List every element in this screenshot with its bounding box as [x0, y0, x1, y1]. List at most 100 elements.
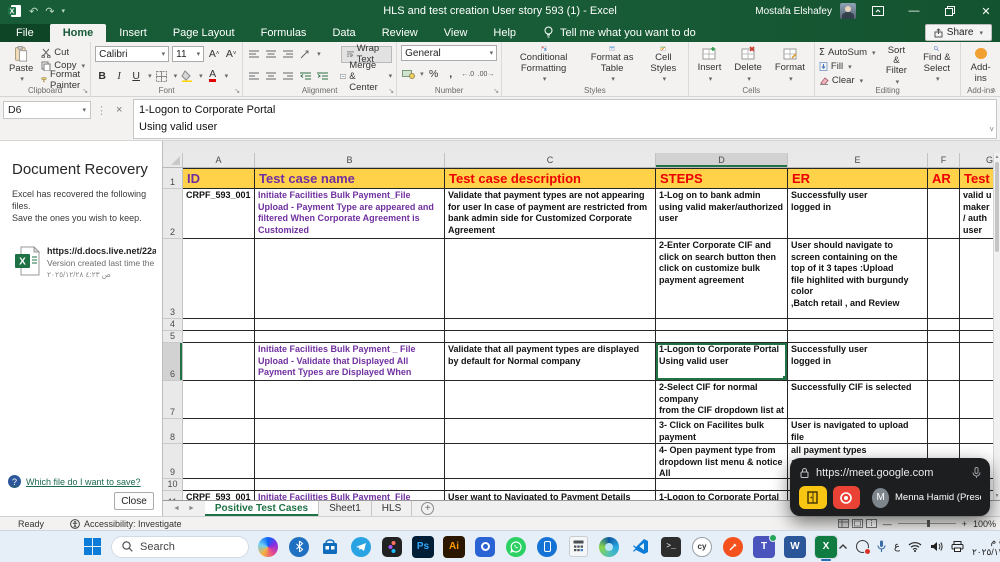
- cell-C4[interactable]: [445, 319, 656, 331]
- cell-D4[interactable]: [656, 319, 788, 331]
- row-header-1[interactable]: 1: [163, 168, 183, 189]
- row-header-2[interactable]: 2: [163, 189, 183, 239]
- cell-B7[interactable]: [255, 381, 445, 419]
- cell-E4[interactable]: [788, 319, 928, 331]
- cell-B10[interactable]: [255, 479, 445, 491]
- row-header-6[interactable]: 6: [163, 343, 183, 381]
- excel-taskbar-icon[interactable]: X: [814, 534, 838, 561]
- namebox-splitter[interactable]: ⋮: [96, 104, 107, 117]
- addins-button[interactable]: Add-ins: [965, 45, 996, 85]
- tab-data[interactable]: Data: [319, 24, 368, 42]
- cell-styles-button[interactable]: Cell Styles ▾: [643, 45, 683, 85]
- align-left-button[interactable]: [247, 69, 261, 84]
- cell-A2[interactable]: CRPF_593_001: [183, 189, 255, 239]
- photoshop-icon[interactable]: Ps: [411, 535, 435, 559]
- row-header-4[interactable]: 4: [163, 319, 183, 331]
- taskbar-search[interactable]: Search: [111, 535, 249, 558]
- row-header-3[interactable]: 3: [163, 239, 183, 319]
- excel-app-icon[interactable]: X: [8, 4, 22, 18]
- row-header-9[interactable]: 9: [163, 444, 183, 479]
- align-top-button[interactable]: [247, 47, 261, 62]
- decrease-decimal-button[interactable]: .00→: [478, 67, 495, 82]
- undo-button[interactable]: ↶: [29, 5, 38, 18]
- normal-view-button[interactable]: [837, 519, 849, 528]
- find-select-button[interactable]: Find & Select ▾: [917, 45, 956, 85]
- cell-D2[interactable]: 1-Log on to bank admin using valid maker…: [656, 189, 788, 239]
- page-layout-view-button[interactable]: [851, 519, 863, 528]
- zoom-out-button[interactable]: —: [883, 519, 892, 529]
- cell-E2[interactable]: Successfully user logged in: [788, 189, 928, 239]
- column-header-D[interactable]: D: [656, 153, 788, 167]
- printer-tray-icon[interactable]: [951, 541, 964, 552]
- formula-bar-collapse-button[interactable]: ˅: [989, 125, 994, 134]
- cut-button[interactable]: Cut: [41, 47, 86, 58]
- vertical-scrollbar[interactable]: ▲ ▼: [993, 153, 1000, 500]
- tray-chevron-icon[interactable]: [838, 543, 848, 550]
- restore-button[interactable]: [936, 0, 964, 22]
- row-header-8[interactable]: 8: [163, 419, 183, 444]
- accessibility-status[interactable]: Accessibility: Investigate: [70, 519, 182, 529]
- fill-button[interactable]: Fill ▾: [819, 61, 876, 72]
- tray-clock[interactable]: ٤:٢٣ م ٢٠٢٥/١٢/٢٨: [972, 536, 1000, 558]
- conditional-formatting-button[interactable]: ≠ Conditional Formatting ▾: [506, 45, 581, 85]
- cell-A9[interactable]: [183, 444, 255, 479]
- figma-icon[interactable]: [380, 535, 404, 559]
- cancel-entry-button[interactable]: ×: [116, 104, 122, 116]
- comma-style-button[interactable]: ,: [444, 67, 458, 82]
- tab-formulas[interactable]: Formulas: [248, 24, 320, 42]
- cell-B8[interactable]: [255, 419, 445, 444]
- cell-D9[interactable]: 4- Open payment type from dropdown list …: [656, 444, 788, 479]
- scroll-up-arrow[interactable]: ▲: [994, 154, 1000, 160]
- cell-C8[interactable]: [445, 419, 656, 444]
- page-break-view-button[interactable]: [865, 519, 877, 528]
- cell-B5[interactable]: [255, 331, 445, 343]
- font-size-select[interactable]: 11 ▾: [172, 46, 205, 62]
- zoom-slider[interactable]: [897, 520, 956, 527]
- sheet-nav-left-arrow[interactable]: ◄: [173, 505, 180, 512]
- column-header-A[interactable]: A: [183, 153, 255, 167]
- cell-F5[interactable]: [928, 331, 960, 343]
- font-color-button[interactable]: A: [206, 69, 220, 84]
- copilot-icon[interactable]: [256, 535, 280, 559]
- name-box[interactable]: D6 ▾: [3, 101, 91, 119]
- account-name[interactable]: Mostafa Elshafey: [755, 6, 832, 17]
- paste-button[interactable]: Paste ▾: [4, 45, 38, 85]
- recovery-close-button[interactable]: Close: [114, 492, 154, 510]
- increase-indent-button[interactable]: [315, 69, 329, 84]
- cell-D5[interactable]: [656, 331, 788, 343]
- cell-E8[interactable]: User is navigated to upload file screen: [788, 419, 928, 444]
- cell-D11[interactable]: 1-Logon to Corporate Portal: [656, 491, 788, 500]
- cell-D7[interactable]: 2-Select CIF for normal company from the…: [656, 381, 788, 419]
- cell-E3[interactable]: User should navigate to screen containin…: [788, 239, 928, 319]
- designer-icon[interactable]: [473, 535, 497, 559]
- merge-center-button[interactable]: Merge & Center ▾: [340, 60, 392, 93]
- cell-F8[interactable]: [928, 419, 960, 444]
- orientation-button[interactable]: [298, 47, 312, 62]
- column-header-C[interactable]: C: [445, 153, 656, 167]
- wifi-tray-icon[interactable]: [908, 541, 922, 552]
- mic-icon[interactable]: [972, 467, 981, 479]
- row-header-11[interactable]: 11: [163, 491, 183, 500]
- mic-tray-icon[interactable]: [877, 540, 886, 553]
- tab-page-layout[interactable]: Page Layout: [160, 24, 248, 42]
- row-header-7[interactable]: 7: [163, 381, 183, 419]
- cell-E5[interactable]: [788, 331, 928, 343]
- tab-help[interactable]: Help: [480, 24, 529, 42]
- borders-button[interactable]: [155, 69, 169, 84]
- terminal-icon[interactable]: >_: [659, 535, 683, 559]
- minimize-button[interactable]: —: [900, 0, 928, 22]
- cell-B9[interactable]: [255, 444, 445, 479]
- store-icon[interactable]: [318, 535, 342, 559]
- cell-C6[interactable]: Validate that all payment types are disp…: [445, 343, 656, 381]
- column-header-B[interactable]: B: [255, 153, 445, 167]
- delete-cells-button[interactable]: Delete ▾: [729, 45, 766, 85]
- cell-A11[interactable]: CRPF_593_001: [183, 491, 255, 500]
- cell-C9[interactable]: [445, 444, 656, 479]
- cell-D10[interactable]: [656, 479, 788, 491]
- align-middle-button[interactable]: [264, 47, 278, 62]
- cell-E6[interactable]: Successfully user logged in: [788, 343, 928, 381]
- cell-C3[interactable]: [445, 239, 656, 319]
- cell-A3[interactable]: [183, 239, 255, 319]
- vscode-icon[interactable]: [628, 535, 652, 559]
- column-header-F[interactable]: F: [928, 153, 960, 167]
